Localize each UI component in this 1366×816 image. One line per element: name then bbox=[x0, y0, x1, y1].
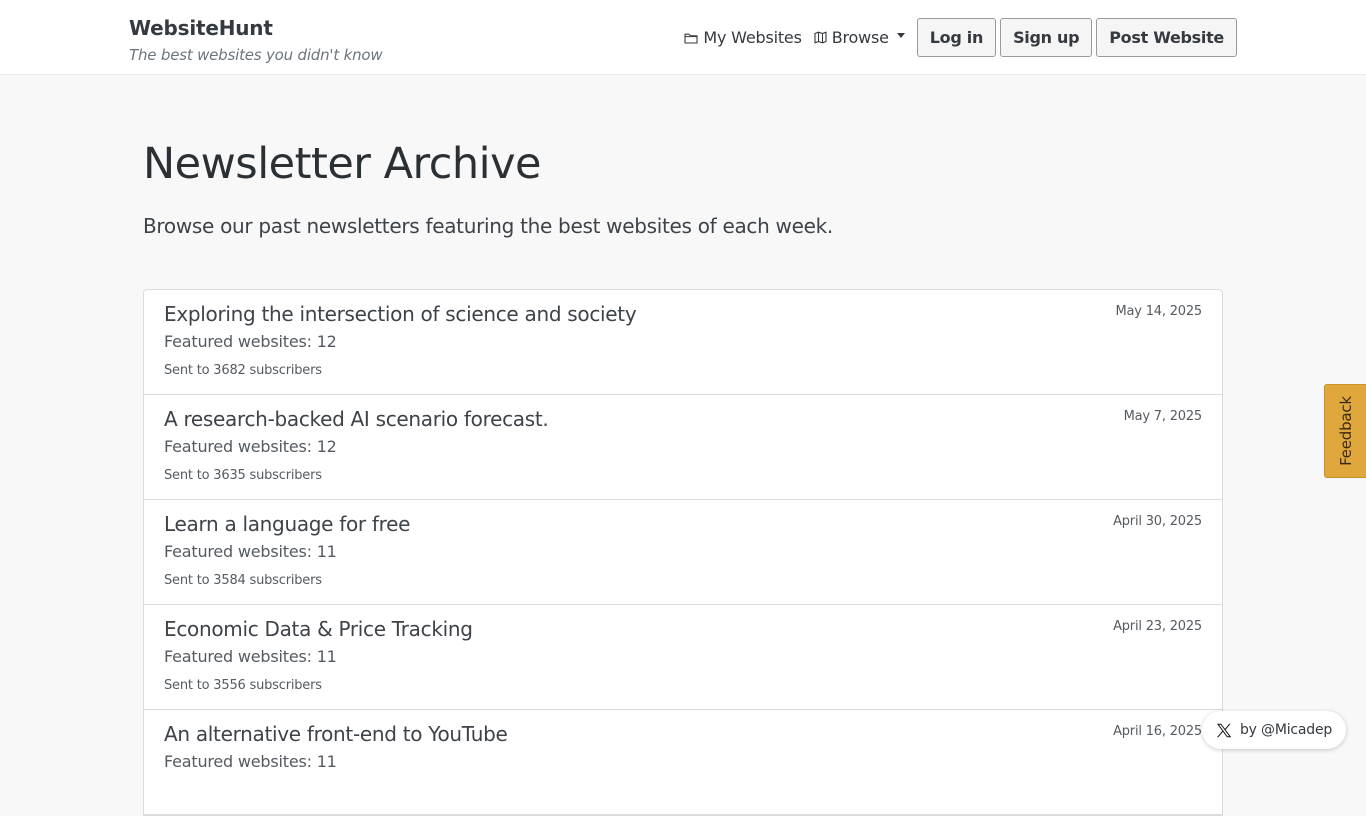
newsletter-title[interactable]: An alternative front-end to YouTube bbox=[164, 721, 508, 747]
nav-browse-label: Browse bbox=[831, 28, 889, 47]
newsletter-title[interactable]: A research-backed AI scenario forecast. bbox=[164, 406, 549, 432]
folder-icon bbox=[684, 33, 698, 44]
newsletter-date: May 7, 2025 bbox=[1123, 409, 1203, 424]
post-website-button[interactable]: Post Website bbox=[1096, 18, 1237, 57]
newsletter-item[interactable]: Economic Data & Price Tracking Featured … bbox=[144, 605, 1222, 710]
newsletter-date: April 23, 2025 bbox=[1113, 619, 1202, 634]
newsletter-title[interactable]: Learn a language for free bbox=[164, 511, 410, 537]
brand[interactable]: WebsiteHunt The best websites you didn't… bbox=[129, 14, 383, 65]
newsletter-subscribers: Sent to 3556 subscribers bbox=[164, 678, 322, 693]
feedback-label: Feedback bbox=[1336, 396, 1355, 466]
brand-title[interactable]: WebsiteHunt bbox=[129, 14, 382, 42]
newsletter-item[interactable]: Learn a language for free Featured websi… bbox=[144, 500, 1222, 605]
newsletter-featured-count: Featured websites: 11 bbox=[164, 752, 337, 771]
newsletter-subscribers: Sent to 3635 subscribers bbox=[164, 468, 322, 483]
newsletter-date: May 14, 2025 bbox=[1115, 304, 1203, 319]
map-icon bbox=[814, 31, 827, 44]
caret-down-icon bbox=[896, 33, 905, 38]
brand-tagline: The best websites you didn't know bbox=[129, 46, 383, 64]
newsletter-title[interactable]: Economic Data & Price Tracking bbox=[164, 616, 473, 642]
nav-right: My Websites Browse Log in Sign up Post W… bbox=[684, 18, 1237, 57]
newsletter-featured-count: Featured websites: 11 bbox=[164, 542, 337, 561]
navbar: WebsiteHunt The best websites you didn't… bbox=[0, 0, 1366, 75]
newsletter-subscribers: Sent to 3584 subscribers bbox=[164, 573, 322, 588]
author-badge-text: by @Micadep bbox=[1240, 722, 1333, 738]
newsletter-featured-count: Featured websites: 12 bbox=[164, 437, 337, 456]
page-lead: Browse our past newsletters featuring th… bbox=[143, 214, 833, 238]
newsletter-item[interactable]: An alternative front-end to YouTube Feat… bbox=[144, 710, 1222, 815]
signup-button[interactable]: Sign up bbox=[1000, 18, 1093, 57]
newsletter-subscribers: Sent to 3682 subscribers bbox=[164, 363, 322, 378]
login-button[interactable]: Log in bbox=[916, 18, 997, 57]
nav-browse-dropdown[interactable]: Browse bbox=[814, 28, 905, 47]
newsletter-featured-count: Featured websites: 12 bbox=[164, 332, 337, 351]
newsletter-item[interactable]: Exploring the intersection of science an… bbox=[144, 290, 1222, 395]
newsletter-date: April 16, 2025 bbox=[1113, 724, 1202, 739]
feedback-tab[interactable]: Feedback bbox=[1324, 384, 1366, 478]
nav-my-websites-label: My Websites bbox=[703, 28, 802, 47]
newsletter-item[interactable]: A research-backed AI scenario forecast. … bbox=[144, 395, 1222, 500]
x-logo-icon bbox=[1216, 723, 1232, 738]
page-title: Newsletter Archive bbox=[143, 139, 542, 189]
newsletter-date: April 30, 2025 bbox=[1113, 514, 1202, 529]
newsletter-title[interactable]: Exploring the intersection of science an… bbox=[164, 301, 637, 327]
newsletter-featured-count: Featured websites: 11 bbox=[164, 647, 337, 666]
author-badge[interactable]: by @Micadep bbox=[1202, 711, 1346, 749]
newsletter-list: Exploring the intersection of science an… bbox=[143, 289, 1223, 816]
nav-my-websites[interactable]: My Websites bbox=[684, 28, 802, 47]
